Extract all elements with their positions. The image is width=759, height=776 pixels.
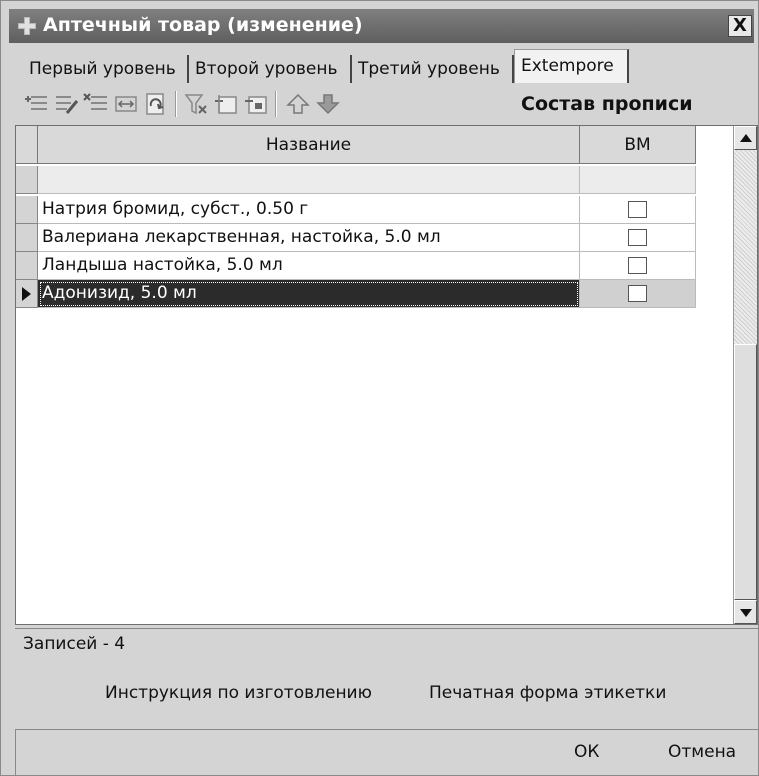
row-indicator: [16, 252, 38, 280]
name-cell[interactable]: Валериана лекарственная, настойка, 5.0 м…: [38, 224, 580, 252]
delete-row-icon[interactable]: [83, 91, 109, 117]
vm-checkbox[interactable]: [628, 229, 647, 246]
scroll-down-button[interactable]: [734, 600, 757, 624]
header-indicator: [16, 126, 38, 164]
scroll-up-button[interactable]: [734, 126, 757, 150]
table-row[interactable]: [16, 166, 696, 194]
filter-icon[interactable]: [213, 91, 239, 117]
move-down-icon[interactable]: [315, 91, 341, 117]
table-row[interactable]: Ландыша настойка, 5.0 мл: [16, 252, 696, 280]
vm-cell: [580, 196, 696, 224]
window-title: Аптечный товар (изменение): [43, 14, 363, 36]
name-cell[interactable]: Ландыша настойка, 5.0 мл: [38, 252, 580, 280]
vm-cell: [580, 166, 696, 194]
current-row-arrow-icon: [22, 287, 31, 301]
toolbar-separator: [275, 91, 277, 117]
cancel-button[interactable]: Отмена: [668, 742, 736, 762]
vm-cell: [580, 224, 696, 252]
instruction-button[interactable]: Инструкция по изготовлению: [105, 683, 372, 703]
vm-checkbox[interactable]: [628, 285, 647, 302]
toolbar-separator: [175, 91, 177, 117]
pharmacy-item-dialog: Аптечный товар (изменение) X Первый уров…: [0, 0, 759, 776]
scroll-thumb[interactable]: [734, 344, 757, 600]
table-row-selected[interactable]: Адонизид, 5.0 мл: [16, 280, 696, 308]
title-bar[interactable]: Аптечный товар (изменение) X: [9, 9, 754, 43]
tab-second-level[interactable]: Второй уровень: [189, 55, 352, 83]
refresh-icon[interactable]: [143, 91, 169, 117]
table-row[interactable]: Натрия бромид, субст., 0.50 г: [16, 196, 696, 224]
actions-panel: Инструкция по изготовлению Печатная форм…: [15, 671, 758, 721]
row-indicator: [16, 280, 38, 308]
print-label-button[interactable]: Печатная форма этикетки: [429, 683, 666, 703]
name-cell[interactable]: Адонизид, 5.0 мл: [38, 280, 580, 308]
filter-apply-icon[interactable]: [243, 91, 269, 117]
vm-checkbox[interactable]: [628, 201, 647, 218]
name-cell[interactable]: Натрия бромид, субст., 0.50 г: [38, 196, 580, 224]
tab-first-level[interactable]: Первый уровень: [23, 55, 189, 83]
medical-cross-icon: [18, 17, 36, 35]
composition-grid: Название ВМ Натрия бромид, субст., 0.50 …: [15, 125, 758, 625]
grid-header: Название ВМ: [16, 126, 696, 164]
tab-third-level[interactable]: Третий уровень: [352, 55, 514, 83]
vertical-scrollbar[interactable]: [733, 126, 757, 624]
composition-title: Состав прописи: [521, 93, 693, 115]
header-vm[interactable]: ВМ: [580, 126, 696, 164]
row-indicator: [16, 166, 38, 194]
resize-columns-icon[interactable]: [113, 91, 139, 117]
add-row-icon[interactable]: [23, 91, 49, 117]
vm-cell: [580, 280, 696, 308]
name-cell[interactable]: [38, 166, 580, 194]
toolbar: Состав прописи: [23, 89, 723, 121]
records-status: Записей - 4: [15, 628, 758, 660]
clear-filter-icon[interactable]: [183, 91, 209, 117]
vm-cell: [580, 252, 696, 280]
close-button[interactable]: X: [728, 15, 752, 37]
row-indicator: [16, 224, 38, 252]
table-row[interactable]: Валериана лекарственная, настойка, 5.0 м…: [16, 224, 696, 252]
arrow-up-icon: [740, 134, 752, 142]
ok-button[interactable]: ОК: [574, 742, 599, 762]
dialog-buttons: ОК Отмена: [15, 729, 758, 775]
arrow-down-icon: [740, 609, 752, 617]
vm-checkbox[interactable]: [628, 257, 647, 274]
move-up-icon[interactable]: [285, 91, 311, 117]
tab-extempore[interactable]: Extempore: [514, 49, 629, 83]
row-indicator: [16, 196, 38, 224]
header-name[interactable]: Название: [38, 126, 580, 164]
edit-row-icon[interactable]: [53, 91, 79, 117]
